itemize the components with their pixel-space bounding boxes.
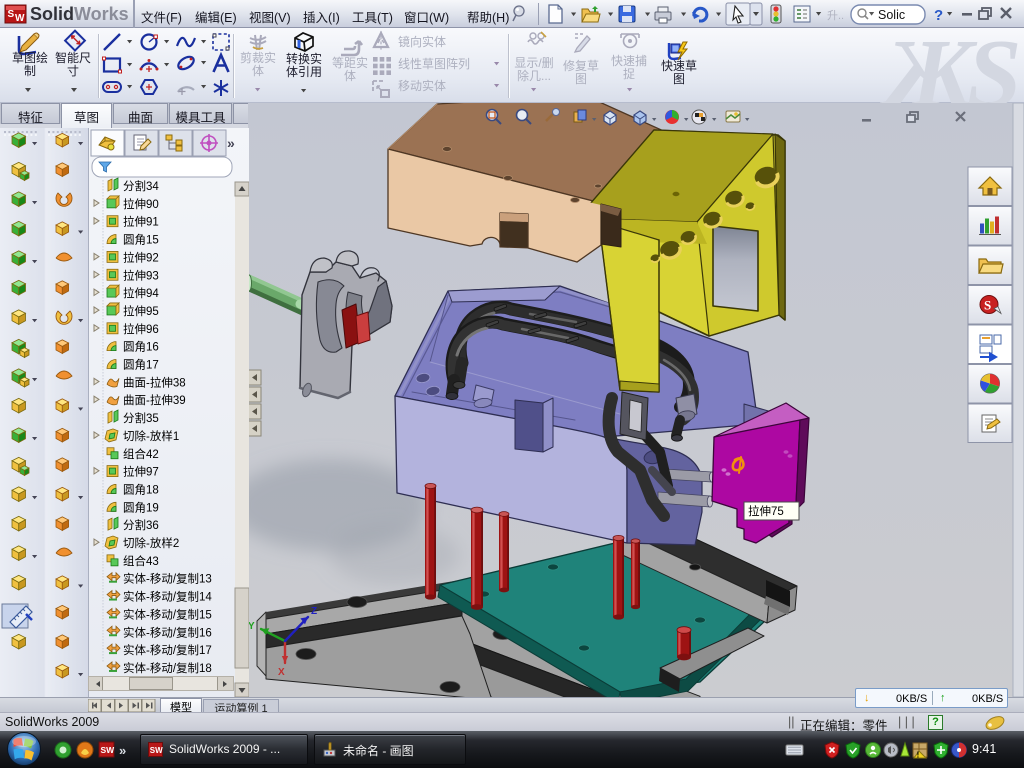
svg-text:实体-移动/复制18: 实体-移动/复制18 xyxy=(123,661,212,675)
svg-text:实体-移动/复制17: 实体-移动/复制17 xyxy=(123,643,212,657)
svg-text:实体-移动/复制15: 实体-移动/复制15 xyxy=(123,607,212,621)
svg-text:Z: Z xyxy=(311,606,317,617)
svg-text:拉伸97: 拉伸97 xyxy=(123,465,159,479)
svg-text:»: » xyxy=(227,135,235,151)
svg-text:S: S xyxy=(984,298,991,313)
svg-text:分割36: 分割36 xyxy=(123,518,159,532)
svg-text:实体-移动/复制16: 实体-移动/复制16 xyxy=(123,625,212,639)
svg-text:拉伸94: 拉伸94 xyxy=(123,286,159,300)
svg-text:SolidWorks: SolidWorks xyxy=(30,4,129,24)
svg-text:W: W xyxy=(15,13,25,24)
svg-text:组合43: 组合43 xyxy=(123,554,159,568)
svg-text:切除-放样2: 切除-放样2 xyxy=(123,536,179,550)
svg-text:X: X xyxy=(278,667,285,678)
svg-text:Y: Y xyxy=(248,621,255,632)
svg-text:S: S xyxy=(8,9,15,20)
svg-text:圆角19: 圆角19 xyxy=(123,501,159,514)
svg-text:实体-移动/复制14: 实体-移动/复制14 xyxy=(123,590,212,604)
svg-text:组合42: 组合42 xyxy=(123,447,159,461)
svg-text:升..: 升.. xyxy=(827,9,844,22)
svg-text:切除-放样1: 切除-放样1 xyxy=(123,429,179,443)
svg-text:分割35: 分割35 xyxy=(123,411,159,425)
svg-text:分割34: 分割34 xyxy=(123,179,159,193)
svg-text:圆角15: 圆角15 xyxy=(123,234,159,247)
svg-text:拉伸93: 拉伸93 xyxy=(123,268,159,282)
svg-text:拉伸90: 拉伸90 xyxy=(123,197,159,211)
svg-text:圆角18: 圆角18 xyxy=(123,483,159,496)
svg-text:曲面-拉伸38: 曲面-拉伸38 xyxy=(123,375,186,389)
svg-text:实体-移动/复制13: 实体-移动/复制13 xyxy=(123,572,212,586)
svg-text:拉伸95: 拉伸95 xyxy=(123,304,159,318)
svg-text:曲面-拉伸39: 曲面-拉伸39 xyxy=(123,393,186,407)
svg-text:拉伸96: 拉伸96 xyxy=(123,322,159,336)
svg-text:圆角17: 圆角17 xyxy=(123,359,159,372)
svg-text:拉伸92: 拉伸92 xyxy=(123,250,159,264)
svg-text:拉伸91: 拉伸91 xyxy=(123,215,159,229)
svg-text:拉伸75: 拉伸75 xyxy=(748,504,784,518)
svg-text:圆角16: 圆角16 xyxy=(123,341,159,354)
svg-text:!: ! xyxy=(917,750,920,759)
